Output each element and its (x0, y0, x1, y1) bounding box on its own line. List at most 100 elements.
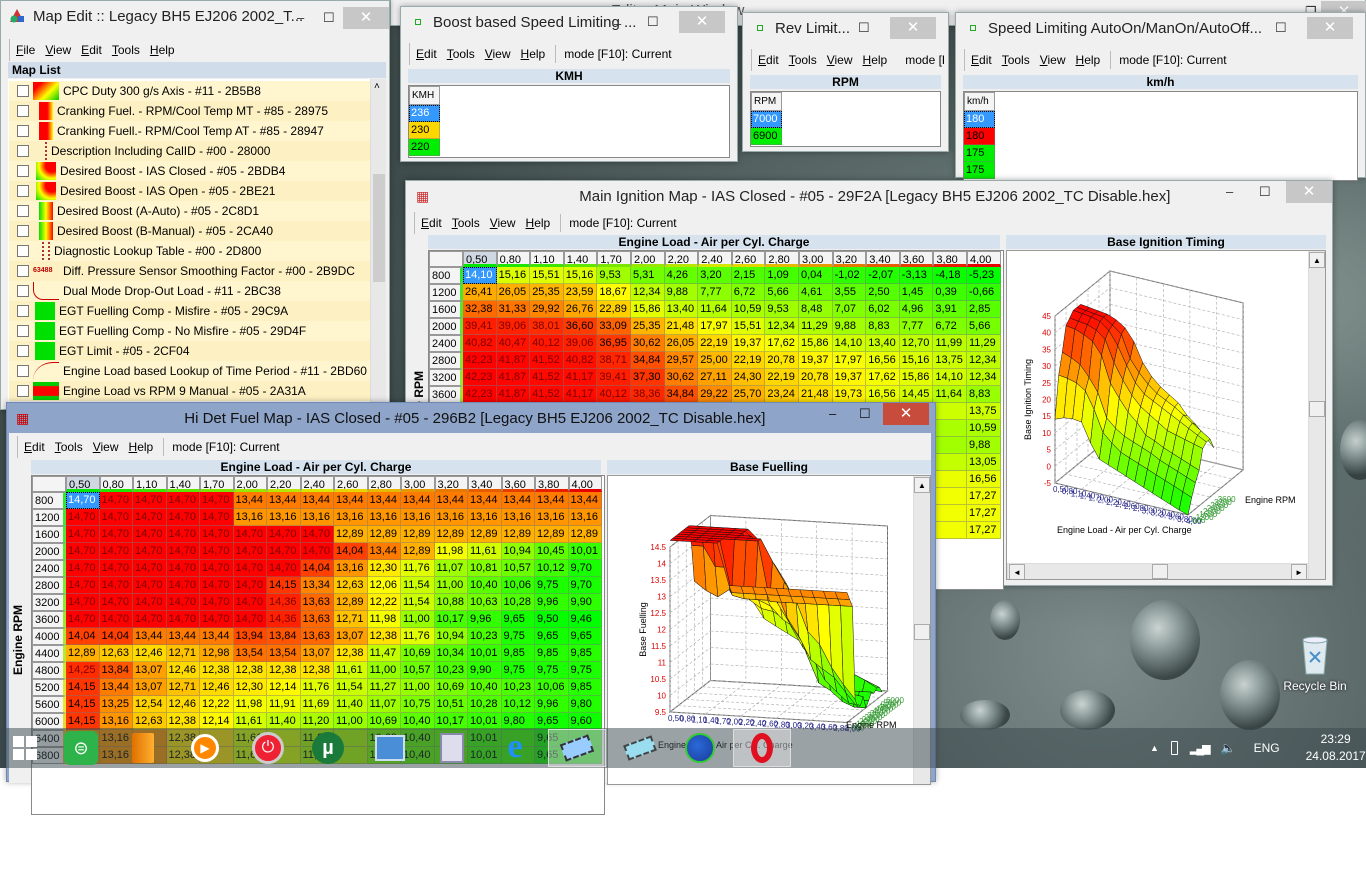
map-cell[interactable]: 14,70 (267, 560, 301, 577)
map-cell[interactable]: 14,10 (933, 369, 967, 386)
column-header[interactable]: 3,40 (866, 251, 900, 267)
map-cell[interactable]: 11,98 (367, 611, 401, 628)
map-cell[interactable]: 0,04 (799, 267, 833, 284)
map-list-item[interactable]: Dual Mode Drop-Out Load - #11 - 2BC38 (9, 281, 377, 301)
map-cell[interactable]: 10,94 (501, 543, 535, 560)
map-cell[interactable]: 17,27 (967, 505, 1001, 522)
map-cell[interactable]: 41,87 (496, 352, 531, 369)
row-header[interactable]: 5200 (32, 679, 66, 696)
map-cell[interactable]: 38,36 (631, 386, 665, 403)
map-cell[interactable]: 14,70 (99, 492, 133, 509)
map-list-scrollbar[interactable]: ˄ (370, 79, 386, 409)
map-cell[interactable]: 12,34 (631, 284, 665, 301)
map-list-item[interactable]: Desired Boost - IAS Closed - #05 - 2BDB4 (9, 161, 377, 181)
checkbox[interactable] (17, 365, 29, 377)
map-cell[interactable]: 15,86 (799, 335, 833, 352)
map-cell[interactable]: 6,02 (866, 301, 900, 318)
map-cell[interactable]: 19,37 (799, 352, 833, 369)
map-list-item[interactable]: Cranking Fuel. - RPM/Cool Temp MT - #85 … (9, 101, 377, 121)
map-cell[interactable]: 16,56 (866, 386, 900, 403)
map-cell[interactable]: 13,75 (933, 352, 967, 369)
map-cell[interactable]: 13,84 (99, 662, 133, 679)
map-cell[interactable]: 10,94 (434, 628, 468, 645)
map-cell[interactable]: 15,86 (899, 369, 934, 386)
menu-tools[interactable]: Tools (112, 43, 140, 57)
menu-tools[interactable]: Tools (789, 53, 817, 67)
map-cell[interactable]: 11,07 (434, 560, 468, 577)
row-header[interactable]: 4000 (32, 628, 66, 645)
taskbar-ecu-chip-icon[interactable] (610, 728, 670, 768)
map-cell[interactable]: 14,70 (300, 543, 334, 560)
menu-view[interactable]: View (485, 47, 511, 61)
map-cell[interactable]: 12,71 (166, 679, 200, 696)
map-cell[interactable]: 11,61 (468, 543, 502, 560)
menu-help[interactable]: Help (1076, 53, 1101, 67)
map-cell[interactable]: 13,16 (334, 509, 368, 526)
taskbar-power-button-icon[interactable]: ⏻ (238, 728, 298, 768)
map-cell[interactable] (933, 471, 967, 488)
map-cell[interactable]: 9,65 (568, 628, 602, 645)
map-cell[interactable]: 8,83 (866, 318, 900, 335)
map-cell[interactable]: 14,70 (200, 577, 234, 594)
map-cell[interactable]: 14,70 (66, 492, 100, 509)
map-cell[interactable]: 11,40 (334, 696, 368, 713)
map-cell[interactable]: 12,38 (233, 662, 267, 679)
value-cell[interactable]: 175 (964, 145, 995, 162)
row-header[interactable]: 3200 (429, 369, 463, 386)
map-cell[interactable]: 42,23 (463, 369, 497, 386)
map-cell[interactable]: 9,85 (535, 645, 569, 662)
minimize-button[interactable]: – (614, 13, 621, 35)
rev-limit-window[interactable]: Rev Limit...– ☐ ✕ Edit Tools View Help mode [F R… (742, 12, 949, 152)
map-cell[interactable]: 13,44 (233, 492, 267, 509)
map-cell[interactable]: 17,97 (698, 318, 732, 335)
map-cell[interactable]: 13,54 (267, 645, 301, 662)
map-cell[interactable]: 29,22 (698, 386, 732, 403)
map-cell[interactable]: 10,81 (468, 560, 502, 577)
menu-help[interactable]: Help (150, 43, 175, 57)
map-cell[interactable]: 33,09 (597, 318, 631, 335)
map-cell[interactable]: 14,70 (133, 543, 167, 560)
map-cell[interactable]: 14,70 (133, 509, 167, 526)
row-header[interactable]: 2000 (429, 318, 463, 335)
map-cell[interactable]: 2,50 (866, 284, 900, 301)
map-cell[interactable]: 12,89 (367, 526, 401, 543)
column-header[interactable]: 2,40 (300, 476, 334, 492)
map-list-item[interactable]: Diagnostic Lookup Table - #00 - 2D800 (9, 241, 377, 261)
scroll-up-button[interactable]: ▲ (1309, 252, 1325, 268)
map-cell[interactable]: 12,89 (334, 594, 368, 611)
taskbar-green-app-icon[interactable]: ⊜ (51, 728, 111, 768)
map-cell[interactable]: 11,54 (401, 577, 435, 594)
map-cell[interactable]: 13,44 (568, 492, 602, 509)
map-cell[interactable]: 11,64 (698, 301, 732, 318)
menu-file[interactable]: File (16, 43, 35, 57)
map-cell[interactable]: 36,95 (597, 335, 631, 352)
map-cell[interactable]: 14,70 (233, 577, 267, 594)
map-cell[interactable]: 13,63 (300, 611, 334, 628)
map-cell[interactable]: 12,54 (133, 696, 167, 713)
map-cell[interactable]: 9,46 (568, 611, 602, 628)
map-cell[interactable]: 39,41 (463, 318, 497, 335)
map-cell[interactable]: 11,00 (401, 611, 435, 628)
map-cell[interactable]: -5,23 (967, 267, 1001, 284)
map-cell[interactable]: 9,85 (501, 645, 535, 662)
map-cell[interactable]: 9,96 (468, 611, 502, 628)
map-cell[interactable]: 9,85 (568, 679, 602, 696)
map-cell[interactable]: -0,66 (967, 284, 1001, 301)
value-cell[interactable]: 6900 (751, 128, 782, 145)
scrollbar-thumb[interactable] (914, 624, 930, 640)
map-cell[interactable]: 12,89 (468, 526, 502, 543)
checkbox[interactable] (17, 325, 29, 337)
map-cell[interactable]: 13,44 (535, 492, 569, 509)
map-cell[interactable]: 17,97 (832, 352, 867, 369)
map-cell[interactable]: 14,70 (200, 492, 234, 509)
map-cell[interactable]: 13,16 (401, 509, 435, 526)
chart-hscrollbar[interactable]: ◄ ► (1007, 563, 1308, 579)
map-cell[interactable]: 14,45 (899, 386, 934, 403)
map-cell[interactable]: 12,89 (535, 526, 569, 543)
map-cell[interactable]: 30,62 (664, 369, 699, 386)
map-cell[interactable]: 11,64 (933, 386, 967, 403)
row-header[interactable]: 1200 (32, 509, 66, 526)
map-cell[interactable]: 13,07 (133, 662, 167, 679)
map-cell[interactable]: 12,89 (66, 645, 100, 662)
minimize-button[interactable]: – (297, 7, 304, 29)
